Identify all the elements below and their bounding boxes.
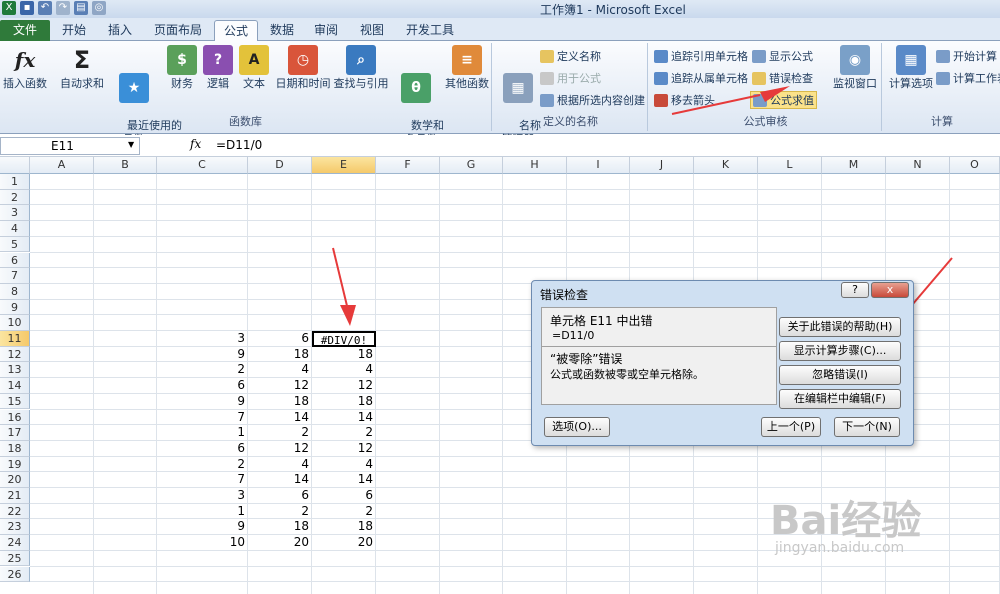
watermark-logo: Bai经验 (770, 498, 922, 544)
arrow-line (671, 94, 761, 115)
arrow-line (332, 247, 349, 311)
dialog-title: 错误检查 (540, 288, 589, 302)
divider (542, 346, 776, 347)
cell-error-label: 单元格 E11 中出错 (550, 314, 653, 328)
show-calc-steps-button[interactable]: 显示计算步骤(C)... (779, 341, 901, 361)
help-on-error-button[interactable]: 关于此错误的帮助(H) (779, 317, 901, 337)
error-info-panel: 单元格 E11 中出错 =D11/0 “被零除”错误 公式或函数被零或空单元格除… (541, 307, 777, 405)
options-button[interactable]: 选项(O)... (544, 417, 610, 437)
arrow-head (340, 305, 356, 326)
edit-in-formula-bar-button[interactable]: 在编辑栏中编辑(F) (779, 389, 901, 409)
close-icon[interactable]: x (871, 282, 909, 298)
ignore-error-button[interactable]: 忽略错误(I) (779, 365, 901, 385)
help-icon[interactable]: ? (841, 282, 869, 298)
error-formula: =D11/0 (552, 329, 595, 342)
arrow-head (760, 86, 790, 102)
error-type: “被零除”错误 (550, 352, 623, 366)
error-description: 公式或函数被零或空单元格除。 (550, 368, 704, 381)
next-button[interactable]: 下一个(N) (834, 417, 900, 437)
error-checking-dialog: 错误检查 ? x 单元格 E11 中出错 =D11/0 “被零除”错误 公式或函… (531, 280, 914, 446)
previous-button[interactable]: 上一个(P) (761, 417, 821, 437)
watermark-url: jingyan.baidu.com (775, 540, 905, 556)
